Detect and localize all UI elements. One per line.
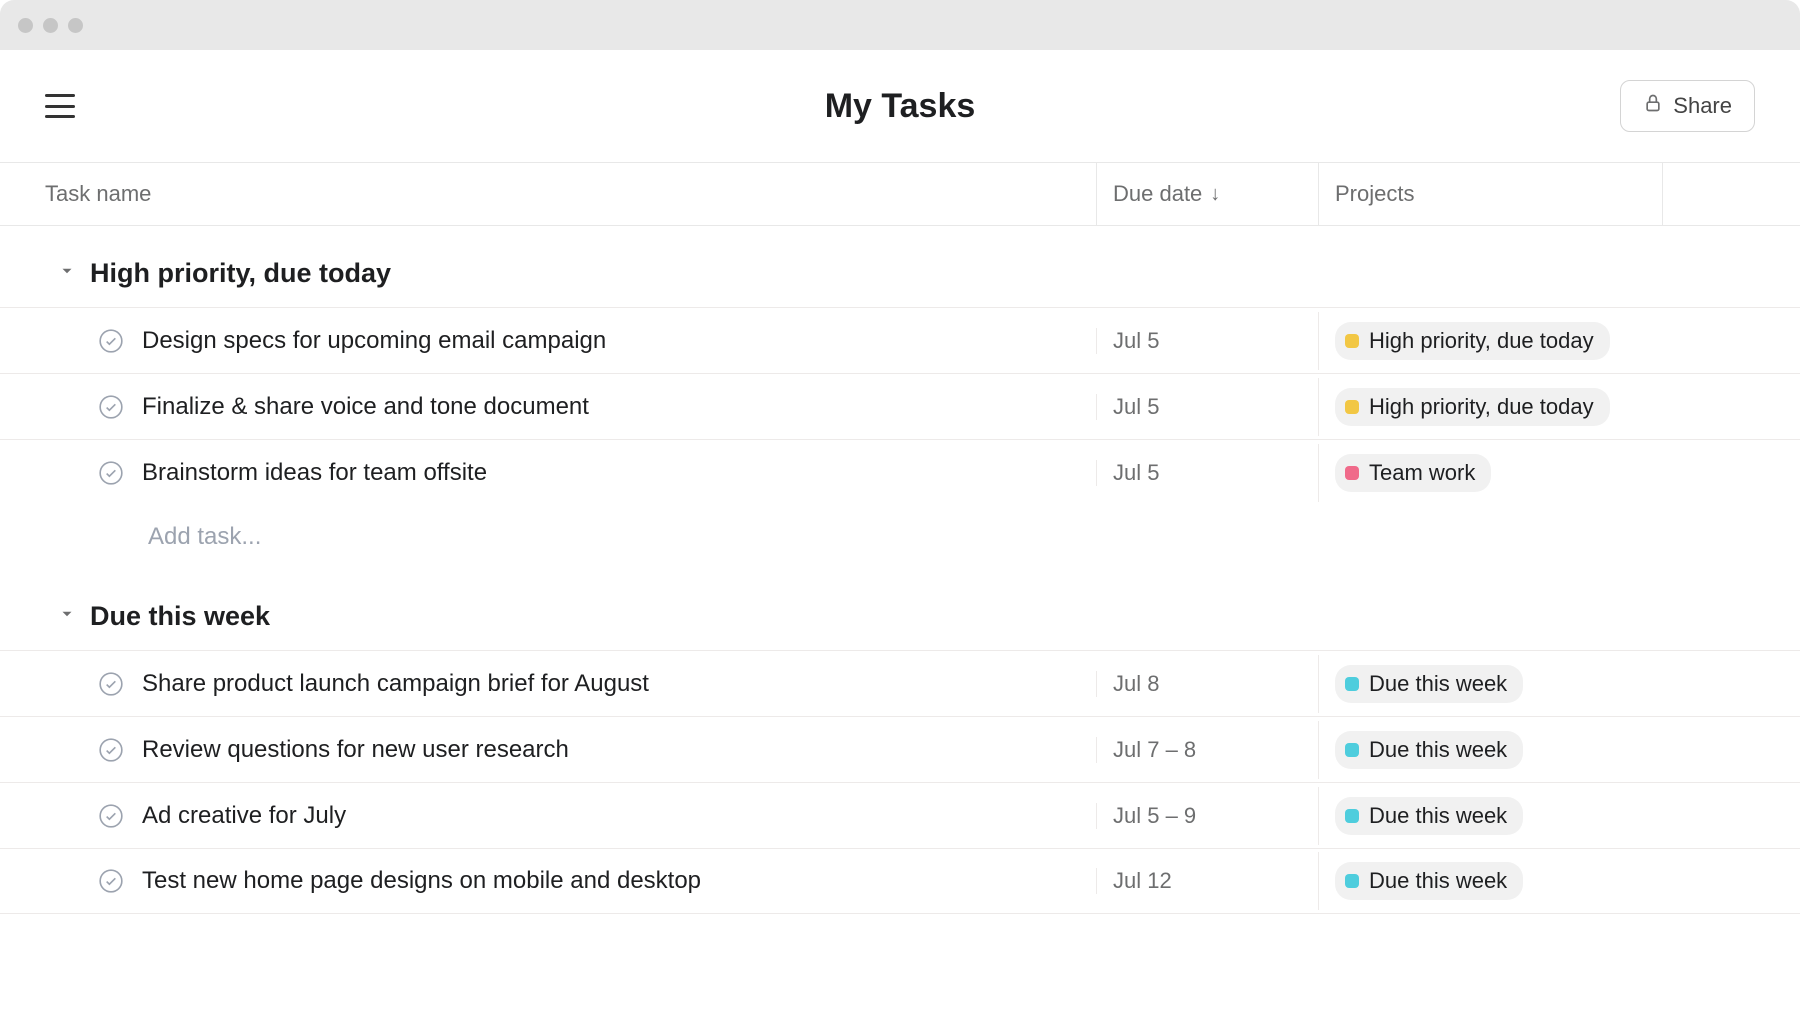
project-color-dot (1345, 466, 1359, 480)
complete-task-checkbox[interactable] (98, 394, 124, 420)
task-row[interactable]: Design specs for upcoming email campaign… (0, 307, 1800, 373)
project-pill-label: Due this week (1369, 671, 1507, 697)
add-task-button[interactable]: Add task... (0, 505, 1800, 569)
task-due-date[interactable]: Jul 5 (1096, 394, 1318, 420)
complete-task-checkbox[interactable] (98, 328, 124, 354)
project-pill[interactable]: Due this week (1335, 665, 1523, 703)
project-color-dot (1345, 400, 1359, 414)
task-row[interactable]: Test new home page designs on mobile and… (0, 848, 1800, 914)
table-header-row: Task name Due date ↓ Projects (0, 162, 1800, 226)
column-header-task-name[interactable]: Task name (45, 181, 151, 206)
task-name: Ad creative for July (142, 802, 346, 830)
task-project-cell[interactable]: Due this week (1318, 721, 1662, 779)
complete-task-checkbox[interactable] (98, 868, 124, 894)
project-pill-label: Due this week (1369, 868, 1507, 894)
window-chrome (0, 0, 1800, 50)
task-due-date[interactable]: Jul 8 (1096, 671, 1318, 697)
task-project-cell[interactable]: Due this week (1318, 655, 1662, 713)
project-pill-label: Due this week (1369, 737, 1507, 763)
project-pill[interactable]: Team work (1335, 454, 1491, 492)
menu-button[interactable] (45, 94, 75, 118)
task-name: Brainstorm ideas for team offsite (142, 459, 487, 487)
task-row[interactable]: Share product launch campaign brief for … (0, 650, 1800, 716)
page-header: My Tasks Share (0, 50, 1800, 162)
task-due-date[interactable]: Jul 12 (1096, 868, 1318, 894)
share-button-label: Share (1673, 93, 1732, 119)
project-color-dot (1345, 743, 1359, 757)
project-pill[interactable]: Due this week (1335, 862, 1523, 900)
task-project-cell[interactable]: High priority, due today (1318, 312, 1662, 370)
task-name: Review questions for new user research (142, 736, 569, 764)
task-due-date[interactable]: Jul 5 (1096, 460, 1318, 486)
project-pill[interactable]: High priority, due today (1335, 388, 1610, 426)
task-due-date[interactable]: Jul 7 – 8 (1096, 737, 1318, 763)
window-minimize-button[interactable] (43, 18, 58, 33)
task-name: Design specs for upcoming email campaign (142, 327, 606, 355)
task-name: Test new home page designs on mobile and… (142, 867, 701, 895)
section-header[interactable]: Due this week (0, 569, 1800, 650)
column-header-projects[interactable]: Projects (1335, 181, 1414, 206)
task-project-cell[interactable]: Due this week (1318, 787, 1662, 845)
task-row[interactable]: Brainstorm ideas for team offsite Jul 5 Te… (0, 439, 1800, 505)
task-due-date[interactable]: Jul 5 (1096, 328, 1318, 354)
section-header[interactable]: High priority, due today (0, 226, 1800, 307)
complete-task-checkbox[interactable] (98, 460, 124, 486)
sort-descending-icon: ↓ (1210, 183, 1220, 206)
project-pill-label: Due this week (1369, 803, 1507, 829)
project-color-dot (1345, 809, 1359, 823)
task-row[interactable]: Review questions for new user research Ju… (0, 716, 1800, 782)
lock-icon (1643, 93, 1663, 119)
complete-task-checkbox[interactable] (98, 803, 124, 829)
section-collapse-icon (58, 605, 76, 628)
window-close-button[interactable] (18, 18, 33, 33)
project-pill[interactable]: Due this week (1335, 731, 1523, 769)
task-project-cell[interactable]: Team work (1318, 444, 1662, 502)
window-maximize-button[interactable] (68, 18, 83, 33)
project-pill-label: Team work (1369, 460, 1475, 486)
project-pill-label: High priority, due today (1369, 394, 1594, 420)
page-title: My Tasks (825, 87, 976, 126)
task-project-cell[interactable]: High priority, due today (1318, 378, 1662, 436)
section-title: Due this week (90, 601, 270, 632)
project-color-dot (1345, 874, 1359, 888)
project-color-dot (1345, 677, 1359, 691)
share-button[interactable]: Share (1620, 80, 1755, 132)
column-header-due-date[interactable]: Due date ↓ (1096, 163, 1318, 225)
task-row[interactable]: Finalize & share voice and tone document… (0, 373, 1800, 439)
task-name: Share product launch campaign brief for … (142, 670, 649, 698)
project-pill[interactable]: Due this week (1335, 797, 1523, 835)
task-row[interactable]: Ad creative for July Jul 5 – 9 Due this we… (0, 782, 1800, 848)
task-project-cell[interactable]: Due this week (1318, 852, 1662, 910)
project-color-dot (1345, 334, 1359, 348)
section-title: High priority, due today (90, 258, 391, 289)
project-pill[interactable]: High priority, due today (1335, 322, 1610, 360)
project-pill-label: High priority, due today (1369, 328, 1594, 354)
section-collapse-icon (58, 262, 76, 285)
task-due-date[interactable]: Jul 5 – 9 (1096, 803, 1318, 829)
complete-task-checkbox[interactable] (98, 737, 124, 763)
task-name: Finalize & share voice and tone document (142, 393, 589, 421)
complete-task-checkbox[interactable] (98, 671, 124, 697)
